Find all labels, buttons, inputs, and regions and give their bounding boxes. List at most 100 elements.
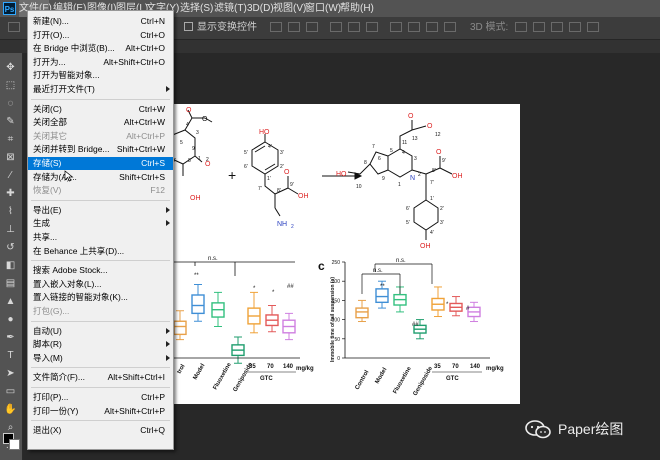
file-menu-item[interactable]: 关闭并转到 Bridge... Shift+Ctrl+W xyxy=(28,143,173,156)
brush-icon[interactable]: ⌇ xyxy=(4,205,17,218)
product-label: O xyxy=(427,123,433,130)
menu-9[interactable]: 窗口(W) xyxy=(305,0,341,17)
marquee-icon[interactable]: ⬚ xyxy=(4,79,17,92)
pen-icon[interactable]: ✒ xyxy=(4,331,17,344)
menu-item-label: 共享... xyxy=(33,232,58,242)
mol-b-label: 8' xyxy=(277,188,281,194)
file-menu-item[interactable]: 打开(O)... Ctrl+O xyxy=(28,29,173,42)
star-label: * xyxy=(446,302,449,308)
file-menu-item[interactable]: 关闭全部 Alt+Ctrl+W xyxy=(28,116,173,129)
distribute-icon[interactable] xyxy=(390,22,402,32)
menu-8[interactable]: 视图(V) xyxy=(273,0,306,17)
file-menu-item[interactable]: 脚本(R) xyxy=(28,338,173,351)
align-right-icon[interactable] xyxy=(306,22,318,32)
file-menu-item[interactable]: 存储(S) Ctrl+S xyxy=(28,157,173,170)
more-options-icon[interactable] xyxy=(444,22,456,32)
submenu-arrow-icon xyxy=(166,86,170,92)
clone-stamp-icon[interactable]: ⊥ xyxy=(4,223,17,236)
file-menu-item[interactable]: 置入嵌入对象(L)... xyxy=(28,278,173,291)
mouse-cursor-icon xyxy=(64,170,74,182)
menu-5[interactable]: 选择(S) xyxy=(180,0,213,17)
menu-item-label: 导入(M) xyxy=(33,352,63,363)
file-menu-item[interactable]: 退出(X) Ctrl+Q xyxy=(28,424,173,437)
file-menu-item[interactable]: 生成 xyxy=(28,217,173,230)
dodge-icon[interactable]: ● xyxy=(4,313,17,326)
history-brush-icon[interactable]: ↺ xyxy=(4,241,17,254)
file-menu-item[interactable]: 搜索 Adobe Stock... xyxy=(28,264,173,277)
menu-item-label: 打开为... xyxy=(33,56,66,67)
rectangle-icon[interactable]: ▭ xyxy=(4,385,17,398)
file-menu-item[interactable]: 文件简介(F)... Alt+Shift+Ctrl+I xyxy=(28,371,173,384)
distribute-h-icon[interactable] xyxy=(408,22,420,32)
x-tick: 140 xyxy=(283,364,294,370)
show-transform-controls-checkbox[interactable] xyxy=(184,22,193,31)
product-label: OH xyxy=(452,173,463,180)
menu-7[interactable]: 3D(D) xyxy=(247,0,274,17)
file-menu-item[interactable]: 在 Bridge 中浏览(B)... Alt+Ctrl+O xyxy=(28,42,173,55)
file-menu-dropdown: 新建(N)... Ctrl+N 打开(O)... Ctrl+O 在 Bridge 中浏览… xyxy=(27,10,174,450)
file-menu-item[interactable]: 置入链接的智能对象(K)... xyxy=(28,291,173,304)
document-canvas[interactable]: O O H O 1 2 3 4 5 6 7 8 9 10 11 OH + xyxy=(150,104,520,404)
lasso-icon[interactable]: ◌ xyxy=(4,97,17,110)
product-label: 1 xyxy=(398,182,401,188)
file-menu-item[interactable]: 关闭(C) Ctrl+W xyxy=(28,103,173,116)
file-menu-item[interactable]: 打印(P)... Ctrl+P xyxy=(28,391,173,404)
move-icon[interactable]: ✥ xyxy=(4,61,17,74)
file-menu-item[interactable]: 新建(N)... Ctrl+N xyxy=(28,15,173,28)
eyedropper-icon[interactable]: ⁄ xyxy=(4,169,17,182)
align-top-icon[interactable] xyxy=(330,22,342,32)
file-menu-item[interactable]: 打开为智能对象... xyxy=(28,69,173,82)
menu-10[interactable]: 帮助(H) xyxy=(340,0,374,17)
mol-a-label: 1 xyxy=(198,156,201,162)
file-menu-item[interactable]: 打印一份(Y) Alt+Shift+Ctrl+P xyxy=(28,405,173,418)
eraser-icon[interactable]: ◧ xyxy=(4,259,17,272)
align-bottom-icon[interactable] xyxy=(366,22,378,32)
frame-icon[interactable]: ⊠ xyxy=(4,151,17,164)
box-Control xyxy=(173,320,187,336)
mol-b-label: 4' xyxy=(268,144,272,150)
y-tick-label: 150 xyxy=(332,298,341,304)
path-select-icon[interactable]: ➤ xyxy=(4,367,17,380)
blur-icon[interactable]: ▲ xyxy=(4,295,17,308)
file-menu-item[interactable]: 导入(M) xyxy=(28,352,173,365)
y-tick-label: 50 xyxy=(334,337,340,343)
align-left-icon[interactable] xyxy=(270,22,282,32)
mol-a-label: O xyxy=(202,116,208,123)
crop-icon[interactable]: ⌗ xyxy=(4,133,17,146)
align-center-icon[interactable] xyxy=(288,22,300,32)
file-menu-item[interactable]: 导出(E) xyxy=(28,204,173,217)
hand-icon[interactable]: ✋ xyxy=(4,403,17,416)
star-label: * xyxy=(253,286,256,292)
move-tool-icon[interactable] xyxy=(8,22,20,32)
quick-select-icon[interactable]: ✎ xyxy=(4,115,17,128)
3d-pan-icon[interactable] xyxy=(551,22,563,32)
product-label: 13 xyxy=(412,136,418,142)
photoshop-logo: Ps xyxy=(3,2,16,15)
product-label: 6 xyxy=(378,156,381,162)
file-menu-item[interactable]: 打开为... Alt+Shift+Ctrl+O xyxy=(28,56,173,69)
file-menu-item[interactable]: 最近打开文件(T) xyxy=(28,83,173,96)
gradient-icon[interactable]: ▤ xyxy=(4,277,17,290)
menu-item-label: 在 Bridge 中浏览(B)... xyxy=(33,43,115,54)
3d-orbit-icon[interactable] xyxy=(515,22,527,32)
file-menu-item[interactable]: 在 Behance 上共享(D)... xyxy=(28,245,173,258)
menu-6[interactable]: 滤镜(T) xyxy=(214,0,247,17)
3d-roll-icon[interactable] xyxy=(533,22,545,32)
background-color-swatch[interactable] xyxy=(9,439,20,450)
x-tick: Control xyxy=(355,369,371,391)
product-label: 7 xyxy=(372,144,375,150)
align-middle-icon[interactable] xyxy=(348,22,360,32)
x-tick: 35 xyxy=(434,364,441,370)
y-tick-label: 0 xyxy=(337,356,340,362)
product-label: 3' xyxy=(440,220,444,226)
file-menu-item[interactable]: 共享... xyxy=(28,231,173,244)
3d-slide-icon[interactable] xyxy=(569,22,581,32)
file-menu-item[interactable]: 自动(U) xyxy=(28,325,173,338)
distribute-v-icon[interactable] xyxy=(426,22,438,32)
file-menu-item[interactable]: 存储为(A)... Shift+Ctrl+S xyxy=(28,171,173,184)
type-icon[interactable]: T xyxy=(4,349,17,362)
submenu-arrow-icon xyxy=(166,327,170,334)
star-label: ** xyxy=(380,284,385,290)
3d-scale-icon[interactable] xyxy=(587,22,599,32)
healing-brush-icon[interactable]: ✚ xyxy=(4,187,17,200)
